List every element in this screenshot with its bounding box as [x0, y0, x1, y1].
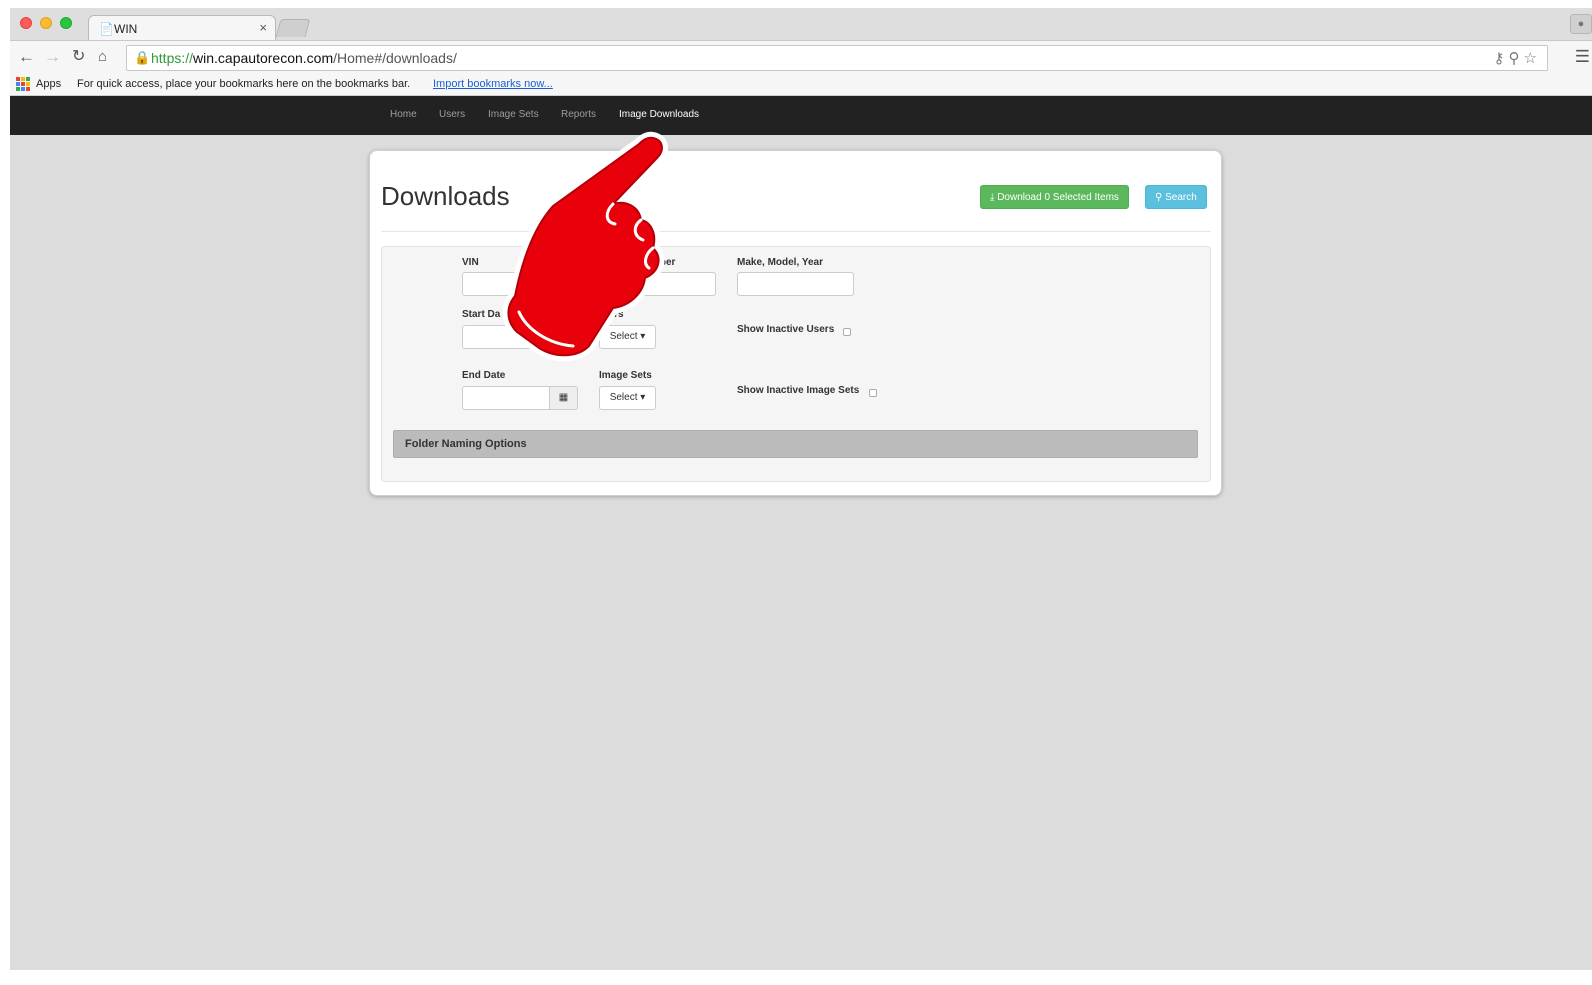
home-icon[interactable]: ⌂: [98, 47, 107, 67]
image-sets-select-label: Select: [609, 392, 638, 403]
url-text: https://win.capautorecon.com/Home#/downl…: [151, 50, 457, 66]
image-sets-label: Image Sets: [599, 370, 652, 381]
search-button-label: Search: [1165, 192, 1197, 203]
search-button[interactable]: ⚲ Search: [1145, 185, 1207, 209]
nav-home[interactable]: Home: [390, 109, 417, 120]
back-arrow-icon[interactable]: ←: [18, 47, 35, 67]
lock-icon: 🔒: [134, 50, 151, 65]
browser-window: 📄 WIN × ● ← → ↻ ⌂ 🔒 https://win.capautor…: [10, 8, 1592, 970]
show-inactive-image-sets-label: Show Inactive Image Sets: [737, 385, 860, 396]
download-button-label: Download 0 Selected Items: [997, 192, 1119, 203]
profile-icon[interactable]: ●: [1570, 14, 1592, 34]
menu-icon[interactable]: ☰: [1575, 47, 1590, 67]
calendar-icon[interactable]: ▦: [549, 386, 578, 410]
site-navbar: Home Users Image Sets Reports Image Down…: [10, 96, 1592, 135]
address-bar[interactable]: 🔒 https://win.capautorecon.com/Home#/dow…: [126, 45, 1548, 71]
end-date-input[interactable]: ▦: [462, 386, 578, 410]
show-inactive-users-checkbox[interactable]: [843, 328, 851, 336]
page-icon: 📄: [99, 22, 114, 36]
forward-arrow-icon[interactable]: →: [44, 47, 61, 67]
nav-image-downloads[interactable]: Image Downloads: [619, 109, 699, 120]
import-bookmarks-link[interactable]: Import bookmarks now...: [433, 78, 553, 90]
tab-title: WIN: [114, 22, 138, 36]
folder-naming-options-label: Folder Naming Options: [405, 438, 527, 450]
bookmarks-hint: For quick access, place your bookmarks h…: [77, 78, 411, 90]
new-tab-button[interactable]: [275, 19, 311, 37]
folder-naming-options-header[interactable]: Folder Naming Options: [393, 430, 1198, 458]
show-inactive-image-sets-checkbox[interactable]: [869, 389, 877, 397]
bookmarks-bar: Apps For quick access, place your bookma…: [10, 74, 1592, 96]
tab-strip: 📄 WIN × ●: [10, 8, 1592, 41]
nav-reports[interactable]: Reports: [561, 109, 596, 120]
zoom-magnifier-icon[interactable]: ⚲: [1509, 50, 1524, 67]
reload-icon[interactable]: ↻: [72, 47, 85, 67]
page-title: Downloads: [381, 181, 510, 211]
key-icon[interactable]: ⚷: [1494, 50, 1509, 67]
apps-grid-icon[interactable]: [16, 77, 30, 91]
vin-label: VIN: [462, 257, 479, 268]
zoom-window-button[interactable]: [60, 17, 72, 29]
download-icon: ⤓: [990, 192, 995, 203]
apps-label[interactable]: Apps: [36, 78, 61, 90]
nav-users[interactable]: Users: [439, 109, 465, 120]
make-model-year-label: Make, Model, Year: [737, 257, 823, 268]
nav-image-sets[interactable]: Image Sets: [488, 109, 539, 120]
omnibox-action-icons: ⚷⚲☆: [1494, 49, 1541, 67]
close-window-button[interactable]: [20, 17, 32, 29]
download-selected-button[interactable]: ⤓ Download 0 Selected Items: [980, 185, 1129, 209]
make-model-year-input[interactable]: [737, 272, 854, 296]
minimize-window-button[interactable]: [40, 17, 52, 29]
end-date-label: End Date: [462, 370, 506, 381]
bookmark-star-icon[interactable]: ☆: [1524, 50, 1541, 67]
browser-tab[interactable]: 📄 WIN ×: [88, 15, 276, 41]
search-icon: ⚲: [1155, 192, 1163, 203]
browser-toolbar: ← → ↻ ⌂ 🔒 https://win.capautorecon.com/H…: [10, 40, 1592, 74]
show-inactive-users-label: Show Inactive Users: [737, 324, 835, 335]
caret-down-icon: ▾: [640, 392, 646, 403]
tab-close-icon[interactable]: ×: [259, 20, 267, 35]
pointing-hand-icon: [502, 131, 668, 362]
image-sets-select[interactable]: Select ▾: [599, 386, 656, 410]
